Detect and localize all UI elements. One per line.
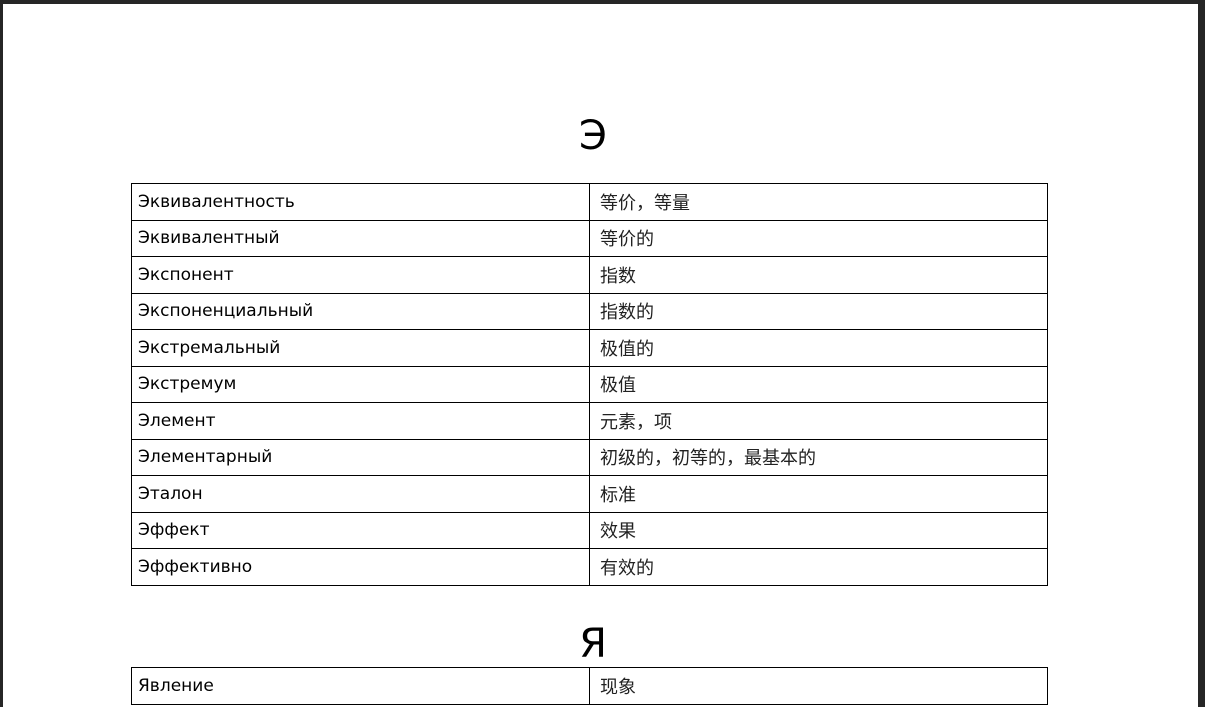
table-row: Эквивалентный 等价的 xyxy=(131,219,1048,257)
russian-term: Экспонент xyxy=(131,256,590,294)
table-row: Эффект 效果 xyxy=(131,511,1048,549)
table-row: Экспоненциальный 指数的 xyxy=(131,292,1048,330)
section-heading: Э xyxy=(579,113,607,159)
russian-term: Элемент xyxy=(131,402,590,440)
table-row: Элементарный 初级的，初等的，最基本的 xyxy=(131,438,1048,476)
chinese-translation: 指数 xyxy=(589,256,1048,294)
table-row: Явление 现象 xyxy=(131,667,1048,705)
table-row: Эталон 标准 xyxy=(131,475,1048,513)
chinese-translation: 现象 xyxy=(589,667,1048,705)
chinese-translation: 极值的 xyxy=(589,329,1048,367)
table-row: Экспонент 指数 xyxy=(131,256,1048,294)
table-row: Экстремум 极值 xyxy=(131,365,1048,403)
table-row: Эквивалентность 等价，等量 xyxy=(131,183,1048,221)
russian-term: Явление xyxy=(131,667,590,705)
section-heading: Я xyxy=(579,621,607,667)
chinese-translation: 初级的，初等的，最基本的 xyxy=(589,438,1048,476)
chinese-translation: 等价，等量 xyxy=(589,183,1048,221)
chinese-translation: 等价的 xyxy=(589,219,1048,257)
table-row: Эффективно 有效的 xyxy=(131,548,1048,586)
russian-term: Экстремальный xyxy=(131,329,590,367)
russian-term: Эффект xyxy=(131,511,590,549)
chinese-translation: 标准 xyxy=(589,475,1048,513)
chinese-translation: 效果 xyxy=(589,511,1048,549)
russian-term: Эквивалентность xyxy=(131,183,590,221)
russian-term: Экспоненциальный xyxy=(131,292,590,330)
russian-term: Эталон xyxy=(131,475,590,513)
russian-term: Эффективно xyxy=(131,548,590,586)
table-row: Элемент 元素，项 xyxy=(131,402,1048,440)
russian-term: Экстремум xyxy=(131,365,590,403)
glossary-table: Явление 现象 xyxy=(131,667,1048,705)
table-row: Экстремальный 极值的 xyxy=(131,329,1048,367)
russian-term: Элементарный xyxy=(131,438,590,476)
chinese-translation: 有效的 xyxy=(589,548,1048,586)
document-page: Э Эквивалентность 等价，等量 Эквивалентный 等价的 Эк… xyxy=(3,4,1198,707)
glossary-table: Эквивалентность 等价，等量 Эквивалентный 等价的 Эксп… xyxy=(131,183,1048,586)
chinese-translation: 极值 xyxy=(589,365,1048,403)
chinese-translation: 元素，项 xyxy=(589,402,1048,440)
chinese-translation: 指数的 xyxy=(589,292,1048,330)
russian-term: Эквивалентный xyxy=(131,219,590,257)
